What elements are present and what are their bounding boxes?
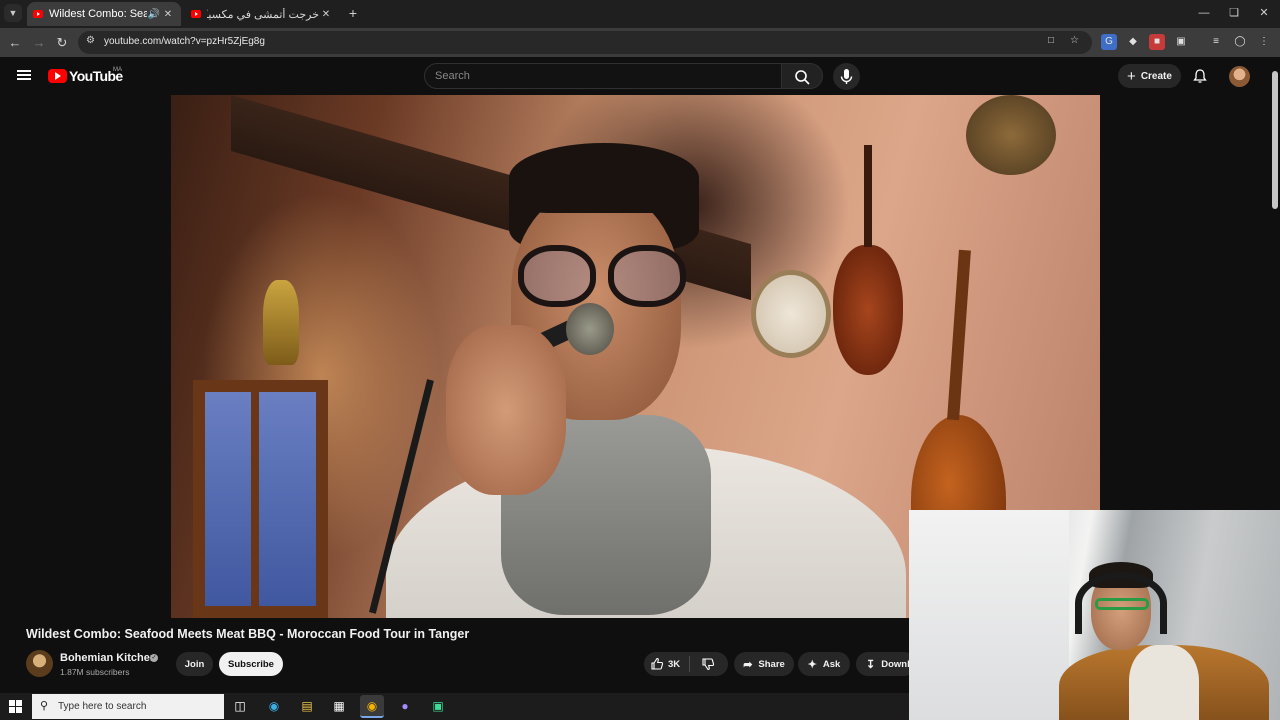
singer-hair-top	[509, 143, 699, 213]
url-text: youtube.com/watch?v=pzHr5ZjEg8g	[104, 36, 265, 47]
youtube-favicon-icon	[33, 10, 43, 18]
taskbar-search-input[interactable]: ⚲ Type here to search	[32, 694, 224, 719]
voice-search-button[interactable]	[833, 63, 860, 90]
download-icon: ↧	[866, 658, 876, 671]
account-avatar[interactable]	[1229, 66, 1250, 87]
subscribe-button[interactable]: Subscribe	[219, 652, 283, 676]
search-icon	[795, 70, 810, 85]
create-label: Create	[1140, 70, 1172, 82]
create-button[interactable]: + Create	[1118, 64, 1181, 88]
minimize-icon[interactable]: —	[1196, 5, 1212, 21]
like-count: 3K	[668, 658, 681, 670]
youtube-favicon-icon	[191, 10, 201, 18]
share-button[interactable]: ➦ Share	[734, 652, 794, 676]
verified-check-icon: ✓	[150, 654, 158, 662]
extensions-puzzle-icon[interactable]: ▣	[1173, 34, 1189, 50]
tab-youtube-active[interactable]: Wildest Combo: Seafood M 🔊 ✕	[27, 2, 181, 26]
profile-icon[interactable]: ◯	[1232, 34, 1248, 50]
microphone-head	[566, 303, 614, 355]
tab-close-icon[interactable]: ✕	[319, 9, 333, 20]
webcam-background-door	[909, 510, 1069, 720]
like-button[interactable]: 3K	[650, 657, 680, 671]
tab-title: Wildest Combo: Seafood M	[49, 8, 147, 20]
tab-youtube-second[interactable]: خرجت أتمشى في مكسيكو... وتعرفت ✕	[185, 2, 339, 26]
site-info-icon[interactable]: ⚙	[86, 35, 95, 46]
share-arrow-icon: ➦	[743, 658, 753, 671]
share-label: Share	[758, 658, 785, 670]
thumbs-down-icon[interactable]	[701, 657, 715, 671]
singer-glasses	[518, 245, 686, 307]
file-explorer-icon[interactable]: ▤	[295, 695, 319, 718]
sparkle-icon: ✦	[807, 658, 817, 671]
tab-title: خرجت أتمشى في مكسيكو... وتعرفت	[207, 8, 319, 21]
windows-taskbar: ⚲ Type here to search ◫ ◉ ▤ ▦ ◉ ● ▣	[0, 693, 909, 720]
thumbs-up-icon	[651, 657, 664, 670]
browser-menu-icon[interactable]: ⋮	[1256, 34, 1272, 50]
tab-close-icon[interactable]: ✕	[161, 9, 175, 20]
wall-violin	[833, 145, 903, 375]
discord-icon[interactable]: ●	[393, 695, 417, 718]
notifications-bell-icon[interactable]	[1192, 68, 1208, 84]
extension-diamond-icon[interactable]: ◆	[1125, 34, 1141, 50]
ask-label: Ask	[822, 658, 841, 670]
task-view-icon[interactable]: ◫	[228, 695, 252, 718]
browser-toolbar: ← → ↻ ⚙ youtube.com/watch?v=pzHr5ZjEg8g …	[0, 28, 1280, 57]
video-title: Wildest Combo: Seafood Meets Meat BBQ - …	[26, 627, 470, 641]
microsoft-store-icon[interactable]: ▦	[327, 695, 351, 718]
edge-browser-icon[interactable]: ◉	[262, 695, 286, 718]
join-button[interactable]: Join	[176, 652, 213, 676]
bookmark-star-icon[interactable]: ☆	[1070, 35, 1079, 46]
tab-search-icon[interactable]: ▼	[4, 4, 22, 22]
restore-icon[interactable]: ❏	[1226, 5, 1242, 21]
download-button[interactable]: ↧ Download	[856, 652, 916, 676]
new-tab-icon[interactable]: +	[345, 5, 361, 21]
golden-statue	[263, 280, 299, 365]
window-close-icon[interactable]: ✕	[1256, 5, 1272, 21]
extension-red-icon[interactable]: ■	[1149, 34, 1165, 50]
plus-icon: +	[1127, 67, 1136, 85]
cast-icon[interactable]: □	[1048, 35, 1054, 46]
menu-icon[interactable]	[17, 70, 31, 80]
subscriber-count: 1.87M subscribers	[60, 667, 130, 677]
webcam-overlay	[909, 510, 1280, 720]
singer-hand	[446, 325, 566, 495]
windows-start-icon[interactable]	[9, 700, 22, 713]
channel-name[interactable]: Bohemian Kitchen	[60, 652, 157, 664]
search-input[interactable]: Search	[424, 63, 782, 89]
back-icon[interactable]: ←	[6, 34, 24, 52]
search-placeholder: Search	[435, 70, 470, 82]
region-code: MA	[113, 67, 122, 73]
forward-icon[interactable]: →	[30, 34, 48, 52]
ask-button[interactable]: ✦ Ask	[798, 652, 850, 676]
address-bar[interactable]: ⚙ youtube.com/watch?v=pzHr5ZjEg8g □ ☆	[78, 31, 1092, 54]
wall-decor-plate	[966, 95, 1056, 175]
search-button[interactable]	[781, 63, 823, 89]
media-control-icon[interactable]: ≡	[1208, 34, 1224, 50]
youtube-logo-icon[interactable]	[48, 69, 67, 83]
like-divider	[689, 656, 690, 672]
webcam-person-glasses	[1095, 598, 1149, 610]
wall-drum	[751, 270, 831, 358]
search-icon: ⚲	[40, 700, 49, 712]
browser-tab-strip: ▼ Wildest Combo: Seafood M 🔊 ✕ خرجت أتمش…	[0, 0, 1280, 28]
translate-extension-icon[interactable]: G	[1101, 34, 1117, 50]
microphone-icon	[840, 69, 853, 84]
app-icon[interactable]: ▣	[426, 695, 450, 718]
youtube-header: YouTube MA Search + Create	[0, 57, 1270, 95]
webcam-person-hoodie	[1059, 645, 1269, 720]
scrollbar-thumb[interactable]	[1272, 71, 1278, 209]
background-window	[193, 380, 328, 618]
channel-avatar[interactable]	[26, 650, 53, 677]
chrome-icon[interactable]: ◉	[360, 695, 384, 718]
speaker-icon[interactable]: 🔊	[147, 9, 161, 20]
reload-icon[interactable]: ↻	[53, 34, 71, 52]
like-dislike-bar: 3K	[644, 652, 728, 676]
taskbar-search-placeholder: Type here to search	[58, 701, 147, 712]
